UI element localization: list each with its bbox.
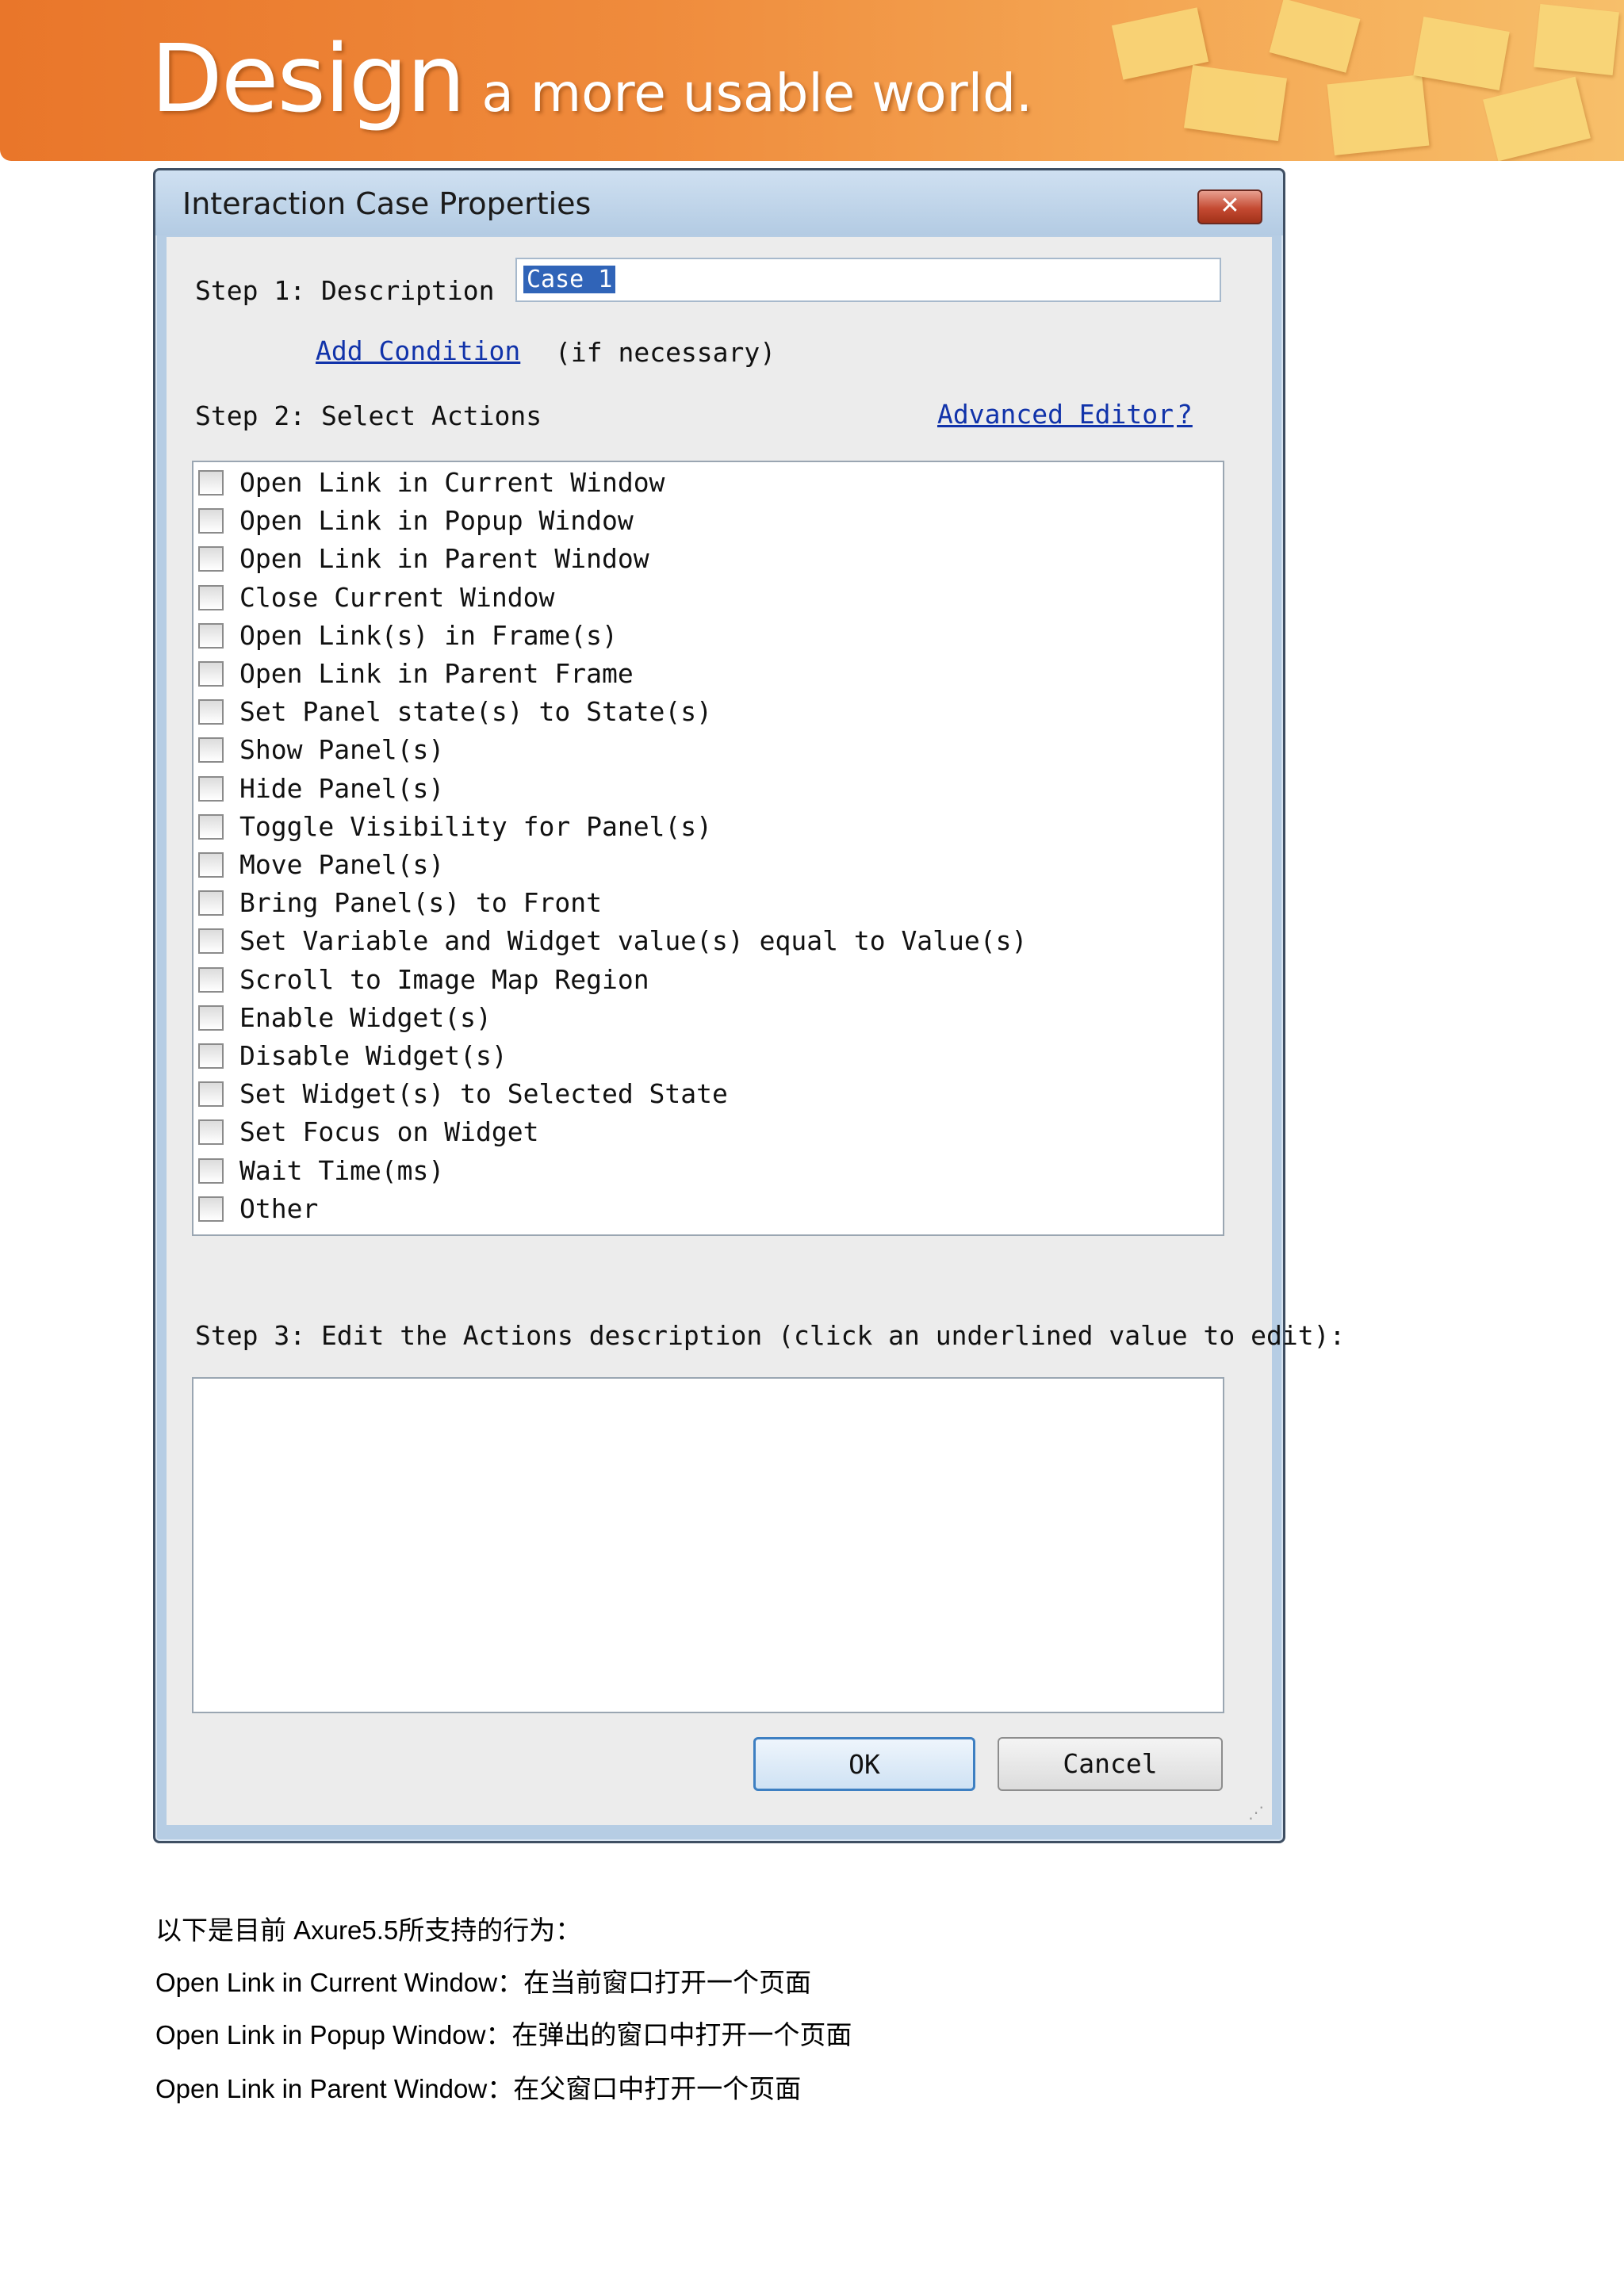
action-label: Toggle Visibility for Panel(s) xyxy=(239,810,713,842)
action-label: Open Link(s) in Frame(s) xyxy=(239,619,618,651)
ok-button[interactable]: OK xyxy=(753,1737,975,1791)
action-label: Open Link in Current Window xyxy=(239,467,665,498)
action-label: Disable Widget(s) xyxy=(239,1040,508,1071)
action-label: Set Variable and Widget value(s) equal t… xyxy=(239,925,1028,957)
dialog-client-area: Step 1: Description Case 1 Add Condition… xyxy=(167,237,1345,1825)
action-checkbox[interactable] xyxy=(198,890,224,916)
action-checkbox[interactable] xyxy=(198,584,224,610)
action-label: Wait Time(ms) xyxy=(239,1154,445,1186)
step3-label: Step 3: Edit the Actions description (cl… xyxy=(195,1320,1346,1351)
close-button[interactable]: ✕ xyxy=(1197,189,1262,224)
paragraph-line: Open Link in Parent Window：在父窗口中打开一个页面 xyxy=(155,2074,802,2103)
action-checkbox[interactable] xyxy=(198,775,224,802)
step2-label: Step 2: Select Actions xyxy=(195,400,542,431)
action-checkbox[interactable] xyxy=(198,1158,224,1184)
banner-title-design: Design xyxy=(151,24,465,133)
interaction-case-dialog: Interaction Case Properties ✕ Step 1: De… xyxy=(153,168,1345,1843)
action-label: Set Widget(s) to Selected State xyxy=(239,1078,728,1110)
help-link[interactable]: ? xyxy=(1177,399,1193,430)
description-value: Case 1 xyxy=(523,266,616,293)
action-label: Open Link in Parent Window xyxy=(239,543,649,575)
if-necessary-label: (if necessary) xyxy=(555,337,776,368)
action-label: Other xyxy=(239,1192,319,1224)
sticky-notes-decoration xyxy=(1069,0,1624,161)
close-icon: ✕ xyxy=(1220,192,1240,220)
intro-text: 以下是目前 Axure5.5所支持的行为： xyxy=(155,1915,582,1945)
action-checkbox[interactable] xyxy=(198,699,224,725)
action-label: Open Link in Parent Frame xyxy=(239,658,634,689)
action-label: Hide Panel(s) xyxy=(239,772,445,804)
dialog-titlebar: Interaction Case Properties ✕ xyxy=(155,170,1283,235)
paragraph-line: Open Link in Current Window：在当前窗口打开一个页面 xyxy=(155,1968,812,1997)
action-label: Open Link in Popup Window xyxy=(239,505,634,537)
actions-description-area[interactable] xyxy=(192,1377,1224,1713)
action-label: Scroll to Image Map Region xyxy=(239,963,649,995)
action-checkbox[interactable] xyxy=(198,546,224,572)
action-checkbox[interactable] xyxy=(198,852,224,878)
action-label: Bring Panel(s) to Front xyxy=(239,887,602,919)
action-label: Show Panel(s) xyxy=(239,734,445,766)
cancel-button[interactable]: Cancel xyxy=(998,1737,1223,1791)
dialog-title: Interaction Case Properties xyxy=(182,186,592,221)
banner-title: Design a more usable world. xyxy=(151,24,1032,133)
action-label: Close Current Window xyxy=(239,581,555,613)
step1-label: Step 1: Description xyxy=(195,275,495,306)
action-checkbox[interactable] xyxy=(198,508,224,534)
description-input[interactable]: Case 1 xyxy=(515,258,1221,302)
action-checkbox[interactable] xyxy=(198,1043,224,1069)
action-label: Move Panel(s) xyxy=(239,849,445,880)
action-checkbox[interactable] xyxy=(198,470,224,496)
action-checkbox[interactable] xyxy=(198,928,224,955)
advanced-editor-link[interactable]: Advanced Editor xyxy=(937,399,1174,430)
actions-list[interactable]: Open Link in Current Window Open Link in … xyxy=(192,461,1224,1236)
action-checkbox[interactable] xyxy=(198,1196,224,1222)
banner-tagline: a more usable world. xyxy=(481,63,1032,124)
action-checkbox[interactable] xyxy=(198,813,224,840)
action-checkbox[interactable] xyxy=(198,1004,224,1031)
paragraph-line: Open Link in Popup Window：在弹出的窗口中打开一个页面 xyxy=(155,2020,852,2049)
action-checkbox[interactable] xyxy=(198,661,224,687)
action-label: Set Panel state(s) to State(s) xyxy=(239,696,713,728)
action-checkbox[interactable] xyxy=(198,1081,224,1108)
action-label: Enable Widget(s) xyxy=(239,1001,492,1033)
header-banner: Design a more usable world. xyxy=(0,0,1624,161)
action-checkbox[interactable] xyxy=(198,622,224,649)
add-condition-link[interactable]: Add Condition xyxy=(316,335,520,366)
resize-grip-icon[interactable]: ⋰ xyxy=(1248,1803,1267,1822)
action-checkbox[interactable] xyxy=(198,1119,224,1146)
action-checkbox[interactable] xyxy=(198,966,224,993)
action-checkbox[interactable] xyxy=(198,737,224,763)
action-label: Set Focus on Widget xyxy=(239,1116,539,1148)
